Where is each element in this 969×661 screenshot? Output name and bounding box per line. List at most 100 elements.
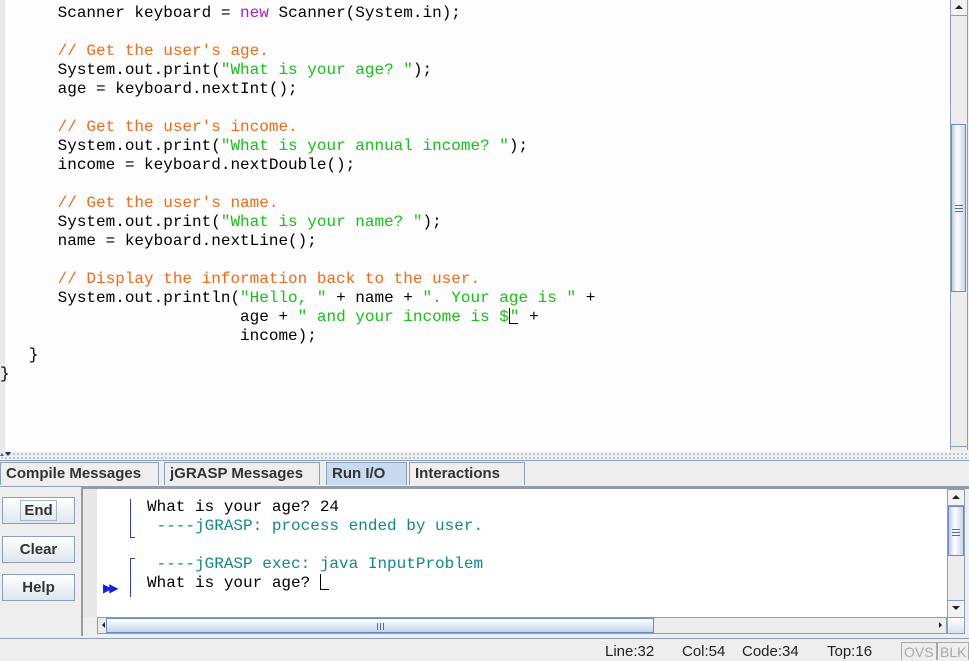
code-text: System.out.println( (0, 289, 241, 307)
code-line[interactable] (0, 99, 595, 118)
input-cursor (319, 574, 329, 590)
panel-splitter[interactable] (0, 452, 969, 461)
code-line[interactable]: age = keyboard.nextInt(); (0, 80, 595, 99)
io-scroll-up-button[interactable] (948, 490, 964, 506)
tab-jgrasp-messages[interactable]: jGRASP Messages (164, 462, 320, 485)
grip-icon (952, 529, 960, 536)
code-line[interactable]: System.out.print("What is your annual in… (0, 137, 595, 156)
run-io-console[interactable]: ▶▶ What is your age? 24 ----jGRASP: proc… (97, 489, 947, 617)
code-text: ); (422, 213, 442, 231)
code-text: System.out.print( (0, 137, 221, 155)
code-line[interactable]: System.out.println("Hello, " + name + ".… (0, 289, 596, 308)
code-area[interactable]: Scanner keyboard = new Scanner(System.in… (0, 4, 595, 384)
code-text: + name + (326, 289, 423, 307)
scroll-corner (947, 617, 965, 634)
code-string: "What is your name? " (220, 213, 423, 231)
code-text: income); (0, 327, 317, 345)
code-line[interactable]: age + " and your income is $" + (0, 308, 595, 327)
io-output-line: What is your age? (147, 574, 329, 593)
status-top: Top:16 (827, 643, 873, 660)
status-bar: Line:32 Col:54 Code:34 Top:16 OVS BLK (0, 638, 969, 660)
scroll-thumb[interactable] (951, 124, 966, 292)
clear-button[interactable]: Clear (2, 536, 75, 563)
code-editor[interactable]: Scanner keyboard = new Scanner(System.in… (0, 0, 950, 452)
code-line[interactable]: // Get the user's income. (0, 118, 595, 137)
code-comment: // Get the user's income. (0, 118, 298, 136)
arrow-right-icon[interactable] (939, 622, 942, 628)
code-line[interactable]: income = keyboard.nextDouble(); (0, 156, 595, 175)
io-scroll-down-button[interactable] (948, 600, 964, 617)
code-line[interactable]: // Display the information back to the u… (0, 270, 595, 289)
grip-icon (377, 623, 384, 630)
editor-vertical-scrollbar[interactable] (950, 0, 968, 450)
code-string: "Hello, " (240, 289, 327, 307)
current-run-marker-icon: ▶▶ (103, 582, 119, 596)
io-system-message: ----jGRASP exec: java InputProblem (147, 555, 484, 573)
code-line[interactable] (0, 175, 595, 194)
code-line[interactable]: name = keyboard.nextLine(); (0, 232, 595, 251)
code-line[interactable]: System.out.print("What is your age? "); (0, 61, 595, 80)
code-text: Scanner keyboard = (0, 4, 241, 22)
io-gutter (83, 489, 97, 617)
io-bracket-previous (130, 499, 135, 538)
code-string: "What is your annual income? " (220, 137, 509, 155)
tab-interactions[interactable]: Interactions (409, 462, 525, 485)
overstrike-indicator[interactable]: OVS (901, 642, 937, 660)
io-horizontal-scrollbar[interactable] (97, 617, 947, 634)
code-comment: // Get the user's name. (0, 194, 279, 212)
arrow-left-icon[interactable] (102, 622, 105, 628)
code-comment: // Display the information back to the u… (0, 270, 481, 288)
code-line[interactable]: // Get the user's age. (0, 42, 595, 61)
arrow-down-icon (952, 606, 960, 610)
io-scroll-thumb[interactable] (948, 506, 964, 556)
code-string: " (509, 308, 520, 326)
arrow-up-icon (955, 5, 963, 9)
end-button[interactable]: End (2, 497, 75, 524)
grip-icon (955, 205, 963, 212)
code-line[interactable]: // Get the user's name. (0, 194, 595, 213)
code-line[interactable]: } (0, 365, 595, 384)
block-mode-indicator[interactable]: BLK (937, 642, 969, 660)
code-comment: // Get the user's age. (0, 42, 269, 60)
code-line[interactable] (0, 23, 595, 42)
run-io-panel: ▶▶ What is your age? 24 ----jGRASP: proc… (81, 487, 969, 636)
status-line: Line:32 (605, 643, 655, 660)
code-text: age + (0, 308, 298, 326)
code-string: "What is your age? " (220, 61, 413, 79)
code-text: income = keyboard.nextDouble(); (0, 156, 356, 174)
splitter-arrows-icon[interactable] (0, 452, 11, 458)
code-text: System.out.print( (0, 213, 221, 231)
code-text: name = keyboard.nextLine(); (0, 232, 317, 250)
code-text: age = keyboard.nextInt(); (0, 80, 298, 98)
code-text: ); (508, 137, 529, 155)
code-text: System.out.print( (0, 61, 221, 79)
code-line[interactable] (0, 251, 595, 270)
io-system-message: ----jGRASP: process ended by user. (147, 517, 484, 535)
io-hscroll-thumb[interactable] (106, 618, 654, 633)
status-col: Col:54 (682, 643, 726, 660)
io-bracket-current (130, 558, 135, 597)
code-string: " and your income is $ (297, 308, 509, 326)
code-string: ". Your age is " (422, 289, 577, 307)
code-line[interactable]: System.out.print("What is your name? "); (0, 213, 595, 232)
message-tabs: Compile Messages jGRASP Messages Run I/O… (0, 461, 969, 487)
code-text: } (0, 365, 10, 383)
scroll-track-end (951, 446, 967, 447)
code-text: + (576, 289, 596, 307)
code-text: Scanner(System.in); (268, 4, 461, 22)
help-button[interactable]: Help (2, 574, 75, 601)
arrow-up-icon (952, 495, 960, 499)
status-code: Code:34 (742, 643, 799, 660)
tab-run-io[interactable]: Run I/O (326, 462, 407, 485)
code-line[interactable]: } (0, 346, 595, 365)
scroll-up-button[interactable] (951, 0, 967, 16)
io-vertical-scrollbar[interactable] (947, 489, 965, 617)
code-keyword: new (240, 4, 269, 22)
tab-compile-messages[interactable]: Compile Messages (0, 462, 159, 485)
code-text: } (0, 346, 39, 364)
code-line[interactable]: income); (0, 327, 595, 346)
code-line[interactable]: Scanner keyboard = new Scanner(System.in… (0, 4, 595, 23)
io-output-line: What is your age? 24 (147, 498, 340, 516)
code-text: ); (412, 61, 433, 79)
end-button-label: End (20, 500, 57, 521)
